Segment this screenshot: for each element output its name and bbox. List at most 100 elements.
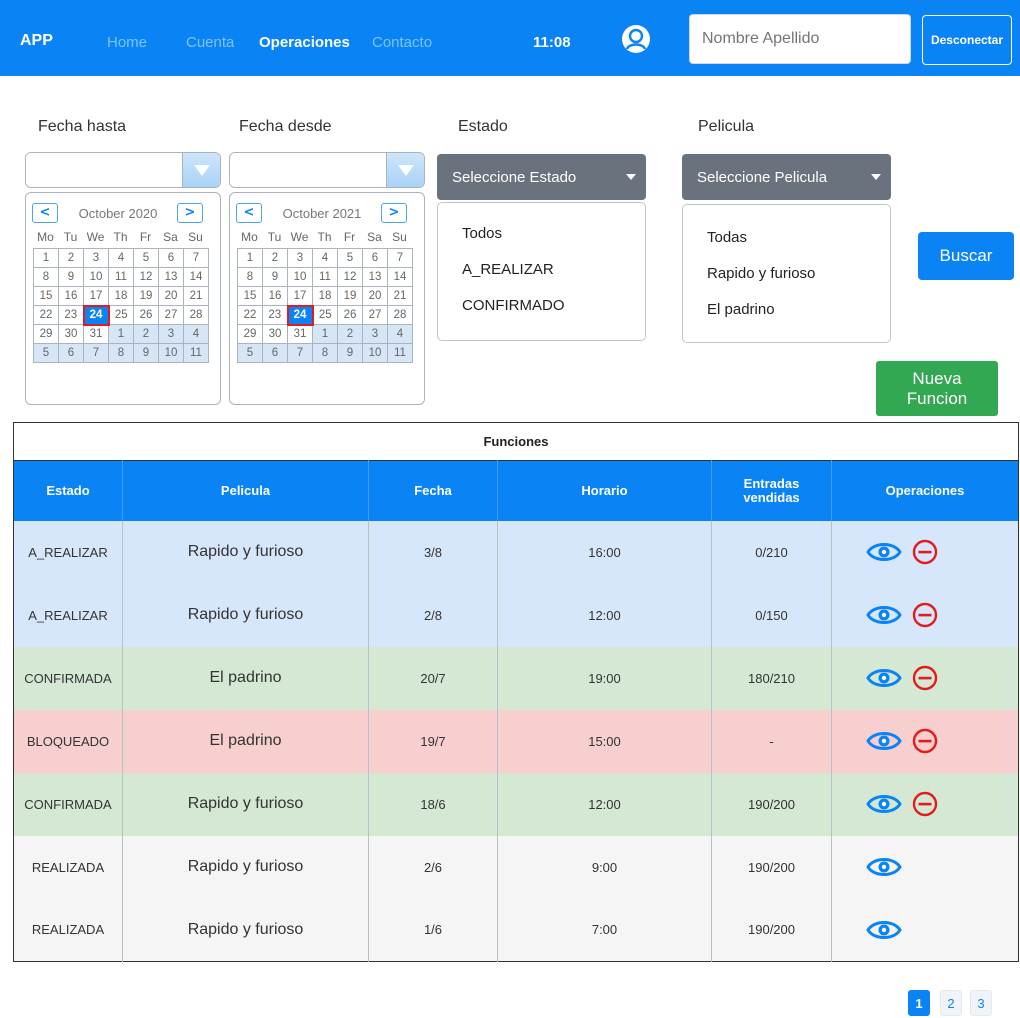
calendar-day[interactable]: 27 xyxy=(362,305,388,325)
calendar-day[interactable]: 20 xyxy=(362,286,388,306)
fecha-hasta-input[interactable] xyxy=(26,153,182,187)
calendar-day[interactable]: 4 xyxy=(387,324,413,344)
calendar-day[interactable]: 11 xyxy=(387,343,413,363)
calendar-day[interactable]: 14 xyxy=(387,267,413,287)
calendar-day[interactable]: 8 xyxy=(108,343,134,363)
calendar-day[interactable]: 21 xyxy=(183,286,209,306)
calendar-day[interactable]: 29 xyxy=(237,324,263,344)
pelicula-option-padrino[interactable]: El padrino xyxy=(707,301,775,318)
calendar-day[interactable]: 11 xyxy=(108,267,134,287)
calendar-day[interactable]: 18 xyxy=(312,286,338,306)
calendar-day[interactable]: 2 xyxy=(133,324,159,344)
calendar-day[interactable]: 19 xyxy=(133,286,159,306)
estado-option-confirmado[interactable]: CONFIRMADO xyxy=(462,297,565,314)
calendar-day[interactable]: 6 xyxy=(158,248,184,268)
calendar-day[interactable]: 12 xyxy=(133,267,159,287)
calendar-day[interactable]: 30 xyxy=(58,324,84,344)
calendar-prev-button[interactable]: < xyxy=(236,203,262,223)
calendar-day[interactable]: 3 xyxy=(362,324,388,344)
eye-icon[interactable] xyxy=(866,730,902,752)
calendar-day[interactable]: 16 xyxy=(58,286,84,306)
calendar-day[interactable]: 11 xyxy=(183,343,209,363)
calendar-day[interactable]: 7 xyxy=(183,248,209,268)
calendar-day[interactable]: 1 xyxy=(312,324,338,344)
calendar-day[interactable]: 13 xyxy=(362,267,388,287)
nav-link-cuenta[interactable]: Cuenta xyxy=(186,34,234,51)
col-header-horario[interactable]: Horario xyxy=(497,460,712,521)
pelicula-option-todas[interactable]: Todas xyxy=(707,229,747,246)
col-header-fecha[interactable]: Fecha xyxy=(368,460,498,521)
calendar-day[interactable]: 29 xyxy=(33,324,59,344)
calendar-day[interactable]: 11 xyxy=(312,267,338,287)
calendar-day[interactable]: 9 xyxy=(337,343,363,363)
calendar-day[interactable]: 28 xyxy=(387,305,413,325)
minus-circle-icon[interactable] xyxy=(912,665,938,691)
calendar-next-button[interactable]: > xyxy=(381,203,407,223)
calendar-day[interactable]: 22 xyxy=(237,305,263,325)
calendar-day[interactable]: 5 xyxy=(237,343,263,363)
calendar-day[interactable]: 4 xyxy=(183,324,209,344)
calendar-day[interactable]: 9 xyxy=(262,267,288,287)
calendar-day[interactable]: 17 xyxy=(83,286,109,306)
calendar-day[interactable]: 10 xyxy=(83,267,109,287)
calendar-day[interactable]: 8 xyxy=(312,343,338,363)
calendar-day[interactable]: 26 xyxy=(337,305,363,325)
pelicula-option-rapido[interactable]: Rapido y furioso xyxy=(707,265,815,282)
calendar-day[interactable]: 4 xyxy=(108,248,134,268)
page-button-2[interactable]: 2 xyxy=(940,990,962,1016)
calendar-day[interactable]: 15 xyxy=(237,286,263,306)
eye-icon[interactable] xyxy=(866,541,902,563)
calendar-day[interactable]: 31 xyxy=(287,324,313,344)
triangle-down-icon[interactable] xyxy=(386,153,424,187)
calendar-next-button[interactable]: > xyxy=(177,203,203,223)
calendar-day[interactable]: 20 xyxy=(158,286,184,306)
nav-link-operaciones[interactable]: Operaciones xyxy=(259,34,350,51)
calendar-day[interactable]: 8 xyxy=(237,267,263,287)
calendar-day[interactable]: 10 xyxy=(287,267,313,287)
calendar-day[interactable]: 7 xyxy=(287,343,313,363)
calendar-day-selected[interactable]: 24 xyxy=(286,304,314,326)
fecha-desde-input[interactable] xyxy=(230,153,386,187)
calendar-day[interactable]: 6 xyxy=(362,248,388,268)
calendar-day[interactable]: 9 xyxy=(133,343,159,363)
calendar-day[interactable]: 26 xyxy=(133,305,159,325)
nav-link-home[interactable]: Home xyxy=(107,34,147,51)
calendar-day[interactable]: 2 xyxy=(262,248,288,268)
user-name-field[interactable] xyxy=(689,14,911,64)
calendar-day[interactable]: 1 xyxy=(237,248,263,268)
estado-option-a-realizar[interactable]: A_REALIZAR xyxy=(462,261,554,278)
calendar-day[interactable]: 25 xyxy=(108,305,134,325)
new-function-button[interactable]: Nueva Funcion xyxy=(876,361,998,416)
page-button-1[interactable]: 1 xyxy=(908,990,930,1016)
calendar-day[interactable]: 25 xyxy=(312,305,338,325)
calendar-day[interactable]: 6 xyxy=(58,343,84,363)
calendar-day[interactable]: 27 xyxy=(158,305,184,325)
page-button-3[interactable]: 3 xyxy=(970,990,992,1016)
calendar-day[interactable]: 4 xyxy=(312,248,338,268)
calendar-day[interactable]: 5 xyxy=(337,248,363,268)
calendar-day[interactable]: 5 xyxy=(133,248,159,268)
logout-button[interactable]: Desconectar xyxy=(922,15,1012,65)
calendar-day[interactable]: 28 xyxy=(183,305,209,325)
calendar-day[interactable]: 2 xyxy=(337,324,363,344)
calendar-day[interactable]: 7 xyxy=(83,343,109,363)
col-header-estado[interactable]: Estado xyxy=(13,460,123,521)
estado-option-todos[interactable]: Todos xyxy=(462,225,502,242)
calendar-day[interactable]: 5 xyxy=(33,343,59,363)
user-circle-icon[interactable] xyxy=(621,24,651,54)
calendar-day[interactable]: 3 xyxy=(83,248,109,268)
eye-icon[interactable] xyxy=(866,667,902,689)
minus-circle-icon[interactable] xyxy=(912,539,938,565)
calendar-day-selected[interactable]: 24 xyxy=(82,304,110,326)
calendar-day[interactable]: 10 xyxy=(158,343,184,363)
eye-icon[interactable] xyxy=(866,919,902,941)
calendar-day[interactable]: 7 xyxy=(387,248,413,268)
eye-icon[interactable] xyxy=(866,856,902,878)
triangle-down-icon[interactable] xyxy=(182,153,220,187)
calendar-day[interactable]: 13 xyxy=(158,267,184,287)
calendar-prev-button[interactable]: < xyxy=(32,203,58,223)
calendar-day[interactable]: 16 xyxy=(262,286,288,306)
app-brand[interactable]: APP xyxy=(20,32,53,50)
col-header-entradas[interactable]: Entradas vendidas xyxy=(711,460,832,521)
eye-icon[interactable] xyxy=(866,604,902,626)
